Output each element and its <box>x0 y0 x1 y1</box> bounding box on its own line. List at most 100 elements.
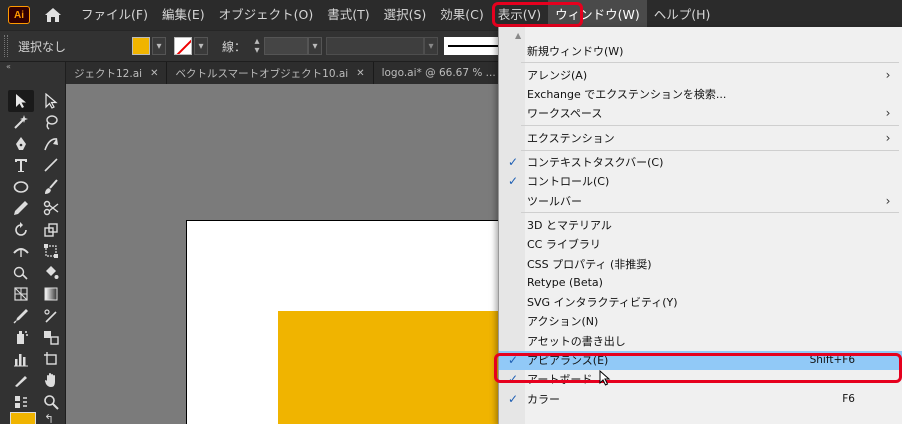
stroke-weight-spinner-icon[interactable]: ▴ ▾ <box>252 37 262 56</box>
menu-item-8[interactable]: ヘルプ(H) <box>647 0 718 30</box>
menu-item-label: Exchange でエクステンションを検索... <box>527 88 727 102</box>
window-menu-item[interactable]: ✓ コントロール(C) <box>499 172 902 191</box>
menu-item-6[interactable]: 表示(V) <box>491 0 548 30</box>
stroke-weight-label: 線： <box>222 39 247 54</box>
menu-item-label: アクション(N) <box>527 315 599 329</box>
eyedropper-tool-icon[interactable] <box>8 305 34 327</box>
checkmark-icon: ✓ <box>507 372 519 387</box>
measure-tool-icon[interactable] <box>38 305 64 327</box>
menu-item-3[interactable]: 書式(T) <box>320 0 376 30</box>
variable-width-profile[interactable] <box>326 37 425 55</box>
menu-item-7[interactable]: ウィンドウ(W) <box>548 0 647 30</box>
curvature-tool-icon[interactable] <box>38 133 64 155</box>
rotate-view-tool-icon[interactable] <box>8 391 34 413</box>
type-tool-icon[interactable] <box>8 155 34 177</box>
menu-item-label: アレンジ(A) <box>527 68 588 82</box>
blend-tool-icon[interactable] <box>38 327 64 349</box>
symbol-sprayer-tool-icon[interactable] <box>8 327 34 349</box>
hand-tool-icon[interactable] <box>38 370 64 392</box>
window-menu-item[interactable]: 3D とマテリアル <box>499 215 902 234</box>
menu-separator <box>521 149 899 151</box>
menu-item-5[interactable]: 効果(C) <box>433 0 490 30</box>
menu-item-label: アピアランス(E) <box>527 354 609 367</box>
stroke-weight-input[interactable] <box>264 37 309 55</box>
menu-bar: Ai ファイル(F) 編集(E) オブジェクト(O) 書式(T) 選択(S) 効果(C) 表… <box>0 0 902 30</box>
lasso-tool-icon[interactable] <box>38 112 64 134</box>
window-menu-item[interactable]: ワークスペース › <box>499 104 902 123</box>
scissors-tool-icon[interactable] <box>38 198 64 220</box>
window-menu-item[interactable]: CC ライブラリ <box>499 235 902 254</box>
window-menu-item[interactable]: Retype (Beta) <box>499 273 902 292</box>
window-menu-item[interactable]: ツールバー › <box>499 191 902 210</box>
menu-item-1[interactable]: 編集(E) <box>155 0 212 30</box>
line-segment-tool-icon[interactable] <box>38 155 64 177</box>
gradient-tool-icon[interactable] <box>38 284 64 306</box>
magic-wand-tool-icon[interactable] <box>8 112 34 134</box>
rotate-tool-icon[interactable] <box>8 219 34 241</box>
shape-builder-tool-icon[interactable] <box>8 262 34 284</box>
close-tab-icon[interactable]: ✕ <box>356 68 364 79</box>
fill-color-indicator[interactable] <box>10 412 36 424</box>
pencil-tool-icon[interactable] <box>8 198 34 220</box>
tools-panel-collapse-icon[interactable]: « <box>0 62 65 74</box>
checkmark-icon: ✓ <box>507 353 519 367</box>
illustrator-window: Ai ファイル(F) 編集(E) オブジェクト(O) 書式(T) 選択(S) 効果(C) 表… <box>0 0 902 424</box>
submenu-arrow-icon: › <box>885 193 891 208</box>
menu-separator <box>521 62 899 64</box>
document-tab-label: logo.ai* @ 66.67 % ... <box>381 67 496 79</box>
menu-scroll-up-icon[interactable]: ▲ <box>515 31 521 40</box>
window-menu-item[interactable]: ✓ アピアランス(E) Shift+F6 <box>499 350 902 370</box>
menu-item-label: カラー <box>527 392 560 406</box>
window-menu-item[interactable]: アクション(N) <box>499 312 902 331</box>
menu-item-label: 新規ウィンドウ(W) <box>527 44 624 58</box>
window-menu-item[interactable]: エクステンション › <box>499 128 902 147</box>
window-menu-item[interactable]: ✓ アートボード <box>499 370 902 389</box>
window-menu-item[interactable]: ✓ コンテキストタスクバー(C) <box>499 153 902 172</box>
window-menu-item[interactable]: 新規ウィンドウ(W) <box>499 41 902 60</box>
stroke-weight-dropdown-icon[interactable]: ▾ <box>308 37 323 55</box>
pen-tool-icon[interactable] <box>8 133 34 155</box>
scale-tool-icon[interactable] <box>38 219 64 241</box>
menu-item-2[interactable]: オブジェクト(O) <box>212 0 321 30</box>
fill-color-swatch[interactable] <box>132 37 150 55</box>
menu-item-0[interactable]: ファイル(F) <box>74 0 155 30</box>
live-paint-bucket-tool-icon[interactable] <box>38 262 64 284</box>
window-menu-item[interactable]: アセットの書き出し <box>499 331 902 350</box>
slice-tool-icon[interactable] <box>8 370 34 392</box>
yellow-rectangle-object[interactable] <box>278 311 508 424</box>
zoom-tool-icon[interactable] <box>38 391 64 413</box>
menu-items: ファイル(F) 編集(E) オブジェクト(O) 書式(T) 選択(S) 効果(C) 表示(V… <box>74 0 717 30</box>
home-icon[interactable] <box>44 6 62 24</box>
window-menu-item[interactable]: CSS プロパティ (非推奨) <box>499 254 902 273</box>
stroke-dropdown-icon[interactable]: ▾ <box>194 37 208 55</box>
close-tab-icon[interactable]: ✕ <box>150 68 158 79</box>
artboard-tool-icon[interactable] <box>38 348 64 370</box>
selection-status: 選択なし <box>18 39 67 54</box>
menu-item-4[interactable]: 選択(S) <box>377 0 434 30</box>
menu-item-label: SVG インタラクティビティ(Y) <box>527 296 678 310</box>
menu-separator <box>521 212 899 214</box>
mouse-cursor-icon <box>599 369 611 386</box>
document-tab[interactable]: ジェクト12.ai ✕ <box>66 62 168 84</box>
free-transform-tool-icon[interactable] <box>38 241 64 263</box>
ellipse-tool-icon[interactable] <box>8 176 34 198</box>
fill-dropdown-icon[interactable]: ▾ <box>152 37 166 55</box>
window-menu-item[interactable]: Exchange でエクステンションを検索... <box>499 85 902 104</box>
window-menu-item[interactable]: SVG インタラクティビティ(Y) <box>499 293 902 312</box>
paintbrush-tool-icon[interactable] <box>38 176 64 198</box>
menu-item-label: 3D とマテリアル <box>527 218 612 232</box>
width-tool-icon[interactable] <box>8 241 34 263</box>
window-menu-item[interactable]: アレンジ(A) › <box>499 65 902 84</box>
direct-selection-tool-icon[interactable] <box>38 90 64 112</box>
panel-grip[interactable] <box>4 35 8 57</box>
checkmark-icon: ✓ <box>507 391 519 406</box>
column-graph-tool-icon[interactable] <box>8 348 34 370</box>
swap-fill-stroke-icon[interactable]: ↰ <box>44 412 54 424</box>
perspective-grid-tool-icon[interactable] <box>8 284 34 306</box>
variable-width-dropdown-icon[interactable]: ▾ <box>424 37 439 55</box>
window-menu-item[interactable]: ✓ カラー F6 <box>499 389 902 408</box>
submenu-arrow-icon: › <box>885 106 891 121</box>
selection-tool-icon[interactable] <box>8 90 34 112</box>
stroke-none-swatch[interactable] <box>174 37 192 55</box>
document-tab[interactable]: ベクトルスマートオブジェクト10.ai ✕ <box>167 62 374 84</box>
